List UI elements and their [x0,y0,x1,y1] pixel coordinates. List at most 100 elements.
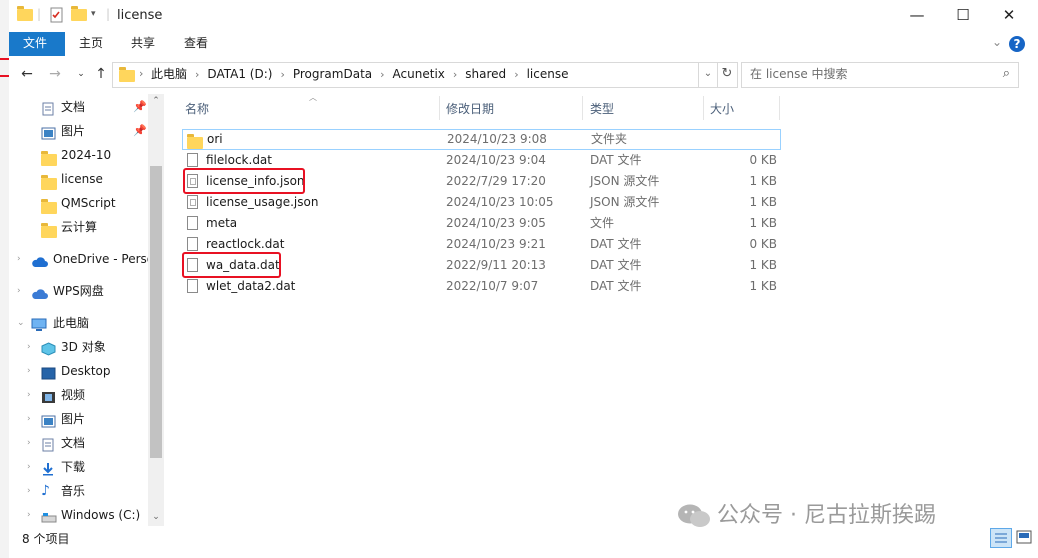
file-date: 2024/10/23 10:05 [446,195,554,209]
file-size: 0 KB [749,237,777,251]
customize-quick-access-icon[interactable]: ▾ [91,9,107,25]
address-bar[interactable]: › 此电脑 › DATA1 (D:) › ProgramData › Acunetix › sh… [112,62,699,88]
address-dropdown-icon[interactable]: ⌄ [699,62,718,88]
chevron-down-icon[interactable]: ⌄ [17,311,25,335]
music-icon: ♪ [41,483,50,499]
breadcrumb-item[interactable]: shared [465,67,506,81]
back-arrow-icon[interactable]: ← [17,64,37,84]
sidebar-item-desktop[interactable]: › Desktop [9,359,149,383]
sidebar-item-folder[interactable]: QMScript [9,191,149,215]
sort-ascending-icon: ︿ [309,93,317,102]
tab-view[interactable]: 查看 [170,32,222,56]
sidebar-item-label: license [61,172,103,186]
chevron-right-icon[interactable]: › [27,335,31,359]
sidebar-item-music[interactable]: › ♪ 音乐 [9,479,149,503]
sidebar-item-folder[interactable]: 2024-10 [9,143,149,167]
sidebar-item-onedrive[interactable]: › OneDrive - Perso [9,247,154,271]
breadcrumb-chevron-icon[interactable]: › [195,68,199,81]
properties-icon[interactable] [49,7,65,23]
downloads-icon [41,460,57,476]
recent-locations-icon[interactable]: ⌄ [71,64,91,84]
tab-home[interactable]: 主页 [65,32,117,56]
chevron-right-icon[interactable]: › [27,431,31,455]
chevron-right-icon[interactable]: › [27,455,31,479]
file-date: 2022/9/11 20:13 [446,258,546,272]
sidebar-item-folder[interactable]: license [9,167,149,191]
breadcrumb-item[interactable]: Acunetix [393,67,445,81]
file-type: JSON 源文件 [590,174,660,188]
file-date: 2024/10/23 9:08 [447,132,547,146]
breadcrumb-chevron-icon[interactable]: › [139,63,143,85]
column-header-type[interactable]: 类型 [590,99,614,119]
folder-icon [41,148,57,166]
window-title: license [117,8,163,23]
sidebar-item-videos[interactable]: › 视频 [9,383,149,407]
scroll-down-icon[interactable]: ⌄ [148,512,164,522]
highlight-box [182,252,281,278]
nav-scrollbar[interactable]: ⌃ ⌄ [148,94,164,526]
maximize-button[interactable]: ☐ [940,0,986,32]
sidebar-item-documents[interactable]: 文档 📌 [9,95,149,119]
sidebar-item-documents[interactable]: › 文档 [9,431,149,455]
table-row[interactable]: ori 2024/10/23 9:08 文件夹 [182,129,781,150]
sidebar-item-this-pc[interactable]: ⌄ 此电脑 [9,311,149,335]
table-row[interactable]: wlet_data2.dat 2022/10/7 9:07 DAT 文件 1 K… [182,276,779,297]
search-box[interactable]: 在 license 中搜索 ⌕ [741,62,1019,88]
breadcrumb-chevron-icon[interactable]: › [453,68,457,81]
breadcrumb-chevron-icon[interactable]: › [380,68,384,81]
sidebar-item-drive-c[interactable]: › Windows (C:) [9,503,149,526]
breadcrumb-item[interactable]: ProgramData [293,67,372,81]
chevron-right-icon[interactable]: › [27,383,31,407]
sidebar-item-downloads[interactable]: › 下载 [9,455,149,479]
scrollbar-thumb[interactable] [150,166,162,458]
folder-icon [41,196,57,214]
breadcrumb-chevron-icon[interactable]: › [514,68,518,81]
sidebar-item-wps[interactable]: › WPS网盘 [9,279,149,303]
search-icon[interactable]: ⌕ [1003,63,1010,85]
chevron-right-icon[interactable]: › [27,407,31,431]
sidebar-item-folder[interactable]: 云计算 [9,215,149,239]
column-divider[interactable] [582,96,583,120]
table-row[interactable]: meta 2024/10/23 9:05 文件 1 KB [182,213,779,234]
folder-icon [17,6,33,23]
column-header-size[interactable]: 大小 [710,99,734,119]
sidebar-item-pictures[interactable]: › 图片 [9,407,149,431]
breadcrumb-item[interactable]: DATA1 (D:) [207,67,272,81]
large-icons-view-icon[interactable] [1014,528,1034,546]
tab-share[interactable]: 共享 [117,32,169,56]
refresh-icon[interactable]: ↻ [717,62,738,88]
table-row[interactable]: license_usage.json 2024/10/23 10:05 JSON… [182,192,779,213]
documents-icon [41,100,57,116]
chevron-right-icon[interactable]: › [27,359,31,383]
sidebar-item-label: 2024-10 [61,148,112,162]
ribbon-tabs: 文件 主页 共享 查看 ⌄ ? [9,32,1038,56]
chevron-right-icon[interactable]: › [27,503,31,526]
minimize-button[interactable]: — [894,0,940,32]
expand-ribbon-icon[interactable]: ⌄ [992,35,1002,49]
column-header-date[interactable]: 修改日期 [446,99,494,119]
breadcrumb-item[interactable]: 此电脑 [151,67,187,81]
column-divider[interactable] [779,96,780,120]
search-input[interactable]: 在 license 中搜索 [750,63,848,85]
up-arrow-icon[interactable]: ↑ [91,64,111,84]
close-button[interactable]: ✕ [986,0,1032,32]
folder-icon [41,220,57,238]
chevron-right-icon[interactable]: › [27,479,31,503]
3d-objects-icon [41,340,57,356]
new-folder-icon[interactable] [71,6,87,23]
sidebar-item-3d-objects[interactable]: › 3D 对象 [9,335,149,359]
help-icon[interactable]: ? [1009,36,1025,52]
column-divider[interactable] [439,96,440,120]
file-name: license_usage.json [206,195,319,209]
column-divider[interactable] [703,96,704,120]
breadcrumb-item[interactable]: license [527,67,569,81]
chevron-right-icon[interactable]: › [17,247,21,271]
details-view-icon[interactable] [990,528,1012,548]
chevron-right-icon[interactable]: › [17,279,21,303]
breadcrumb-chevron-icon[interactable]: › [280,68,284,81]
sidebar-item-pictures[interactable]: 图片 📌 [9,119,149,143]
forward-arrow-icon[interactable]: → [45,64,65,84]
scroll-up-icon[interactable]: ⌃ [148,96,164,106]
column-header-name[interactable]: 名称 [185,99,209,119]
tab-file[interactable]: 文件 [9,32,65,56]
